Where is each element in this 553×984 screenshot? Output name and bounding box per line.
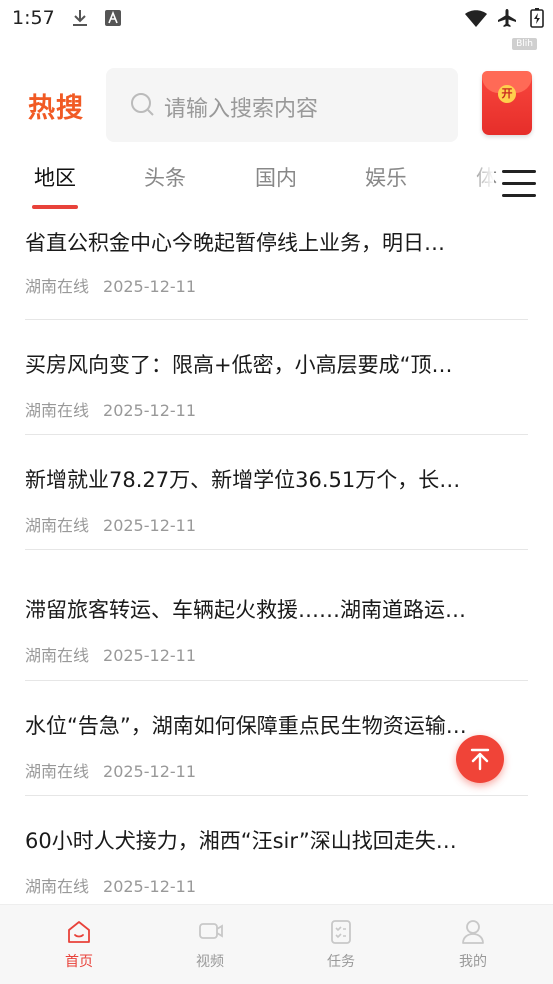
- font-icon: [105, 10, 121, 26]
- news-item[interactable]: 滞留旅客转运、车辆起火救援……湖南道路运… 湖南在线 2025-12-11: [25, 550, 528, 681]
- news-source: 湖南在线: [25, 877, 90, 896]
- news-title: 新增就业78.27万、新增学位36.51万个，长…: [25, 468, 461, 492]
- download-icon: [73, 10, 87, 26]
- news-meta: 湖南在线 2025-12-11: [25, 873, 196, 897]
- bottom-nav: 首页 视频 任务 我的: [0, 904, 553, 984]
- nav-home-label: 首页: [65, 954, 93, 970]
- news-source: 湖南在线: [25, 401, 90, 420]
- status-time: 1:57: [12, 7, 55, 29]
- red-packet-coin-icon: 开: [498, 85, 516, 103]
- news-item[interactable]: 60小时人犬接力，湘西“汪sir”深山找回走失… 湖南在线 2025-12-11: [25, 796, 528, 904]
- nav-task[interactable]: 任务: [286, 905, 396, 984]
- nav-profile[interactable]: 我的: [418, 905, 528, 984]
- news-date: 2025-12-11: [103, 762, 196, 781]
- status-badge: Blih: [512, 38, 537, 50]
- news-meta: 湖南在线 2025-12-11: [25, 512, 196, 536]
- news-meta: 湖南在线 2025-12-11: [25, 642, 196, 666]
- news-item[interactable]: 水位“告急”，湖南如何保障重点民生物资运输… 湖南在线 2025-12-11: [25, 681, 528, 796]
- profile-icon: [462, 920, 484, 944]
- red-packet-button[interactable]: 开: [482, 71, 532, 135]
- status-bar: 1:57 Blih: [0, 0, 553, 50]
- tab-fade: [470, 150, 494, 212]
- tab-headlines[interactable]: 头条: [144, 162, 186, 192]
- nav-video[interactable]: 视频: [155, 905, 265, 984]
- search-bar[interactable]: 请输入搜索内容: [106, 68, 458, 142]
- tab-region[interactable]: 地区: [34, 162, 76, 192]
- news-title: 买房风向变了：限高+低密，小高层要成“顶…: [25, 353, 453, 377]
- news-item[interactable]: 省直公积金中心今晚起暂停线上业务，明日… 湖南在线 2025-12-11: [25, 212, 528, 320]
- menu-icon[interactable]: [496, 158, 542, 204]
- nav-home[interactable]: 首页: [24, 905, 134, 984]
- app-logo: 热搜: [28, 93, 84, 124]
- nav-task-label: 任务: [327, 954, 355, 970]
- news-date: 2025-12-11: [103, 646, 196, 665]
- airplane-icon: [498, 9, 516, 27]
- news-source: 湖南在线: [25, 277, 90, 296]
- home-icon: [68, 921, 90, 943]
- news-meta: 湖南在线 2025-12-11: [25, 397, 196, 421]
- battery-icon: [530, 8, 544, 28]
- news-title: 60小时人犬接力，湘西“汪sir”深山找回走失…: [25, 829, 457, 853]
- news-source: 湖南在线: [25, 762, 90, 781]
- arrow-up-icon: [470, 748, 490, 771]
- search-icon: [131, 93, 154, 116]
- news-title: 省直公积金中心今晚起暂停线上业务，明日…: [25, 231, 445, 255]
- nav-profile-label: 我的: [459, 954, 487, 970]
- news-date: 2025-12-11: [103, 401, 196, 420]
- news-title: 水位“告急”，湖南如何保障重点民生物资运输…: [25, 714, 467, 738]
- tab-domestic[interactable]: 国内: [255, 162, 297, 192]
- news-date: 2025-12-11: [103, 277, 196, 296]
- news-title: 滞留旅客转运、车辆起火救援……湖南道路运…: [25, 598, 466, 622]
- news-date: 2025-12-11: [103, 877, 196, 896]
- header: 热搜 请输入搜索内容 开: [0, 66, 553, 144]
- news-date: 2025-12-11: [103, 516, 196, 535]
- tab-entertainment[interactable]: 娱乐: [365, 162, 407, 192]
- wifi-icon: [465, 10, 487, 27]
- task-icon: [331, 920, 351, 944]
- search-input[interactable]: 请输入搜索内容: [164, 91, 318, 123]
- category-tabs: 地区 头条 国内 娱乐 体: [0, 150, 553, 212]
- news-source: 湖南在线: [25, 516, 90, 535]
- news-item[interactable]: 买房风向变了：限高+低密，小高层要成“顶… 湖南在线 2025-12-11: [25, 320, 528, 435]
- news-meta: 湖南在线 2025-12-11: [25, 758, 196, 782]
- news-item[interactable]: 新增就业78.27万、新增学位36.51万个，长… 湖南在线 2025-12-11: [25, 435, 528, 550]
- active-tab-indicator: [32, 205, 78, 209]
- nav-video-label: 视频: [196, 954, 224, 970]
- back-to-top-button[interactable]: [456, 735, 504, 783]
- news-meta: 湖南在线 2025-12-11: [25, 273, 196, 297]
- video-icon: [199, 923, 223, 939]
- news-source: 湖南在线: [25, 646, 90, 665]
